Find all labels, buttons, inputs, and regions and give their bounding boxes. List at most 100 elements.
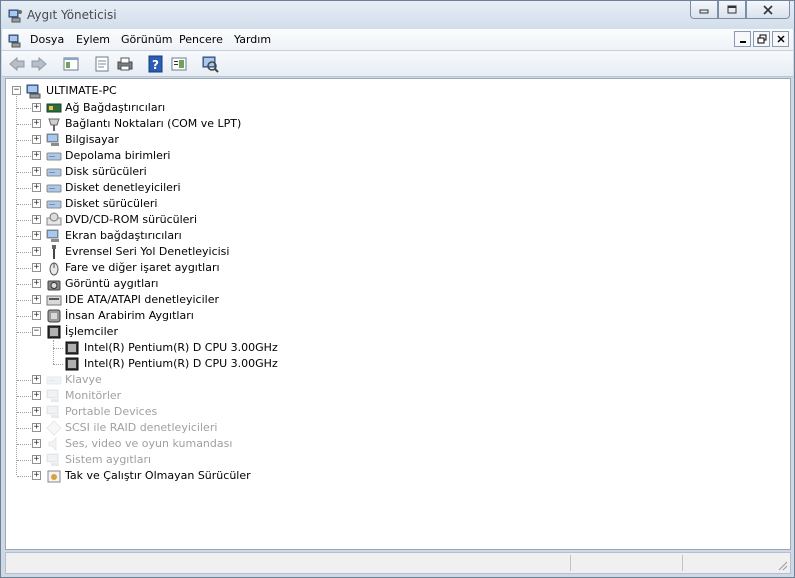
tree-expander[interactable]: + — [32, 423, 41, 432]
menu-file[interactable]: Dosya — [30, 33, 64, 46]
tree-category-label[interactable]: Bilgisayar — [65, 133, 119, 146]
tree-expander[interactable]: + — [32, 279, 41, 288]
tree-category-label[interactable]: Bağlantı Noktaları (COM ve LPT) — [65, 117, 241, 130]
tree-expander[interactable]: + — [32, 407, 41, 416]
tree-expander[interactable]: − — [32, 327, 41, 336]
device-manager-icon — [8, 9, 22, 23]
minimize-icon — [699, 9, 709, 13]
tree-expander[interactable]: + — [32, 151, 41, 160]
mdi-minimize-button[interactable] — [734, 31, 751, 47]
menu-view[interactable]: Görünüm — [121, 33, 172, 46]
close-icon — [776, 35, 785, 43]
close-button[interactable] — [746, 1, 790, 19]
tree-category-label[interactable]: Sistem aygıtları — [65, 453, 151, 466]
tree-expander[interactable]: + — [32, 439, 41, 448]
device-manager-window: Aygıt Yöneticisi Dosya Eylem Görünüm Pen… — [0, 0, 795, 578]
tree-connector — [17, 220, 31, 221]
storage-icon — [46, 148, 62, 164]
tree-category-label[interactable]: Klavye — [65, 373, 102, 386]
properties-icon[interactable] — [93, 55, 111, 73]
tree-category-label[interactable]: Görüntü aygıtları — [65, 277, 158, 290]
back-icon[interactable] — [8, 55, 26, 73]
tree-expander[interactable]: + — [32, 231, 41, 240]
tree-expander[interactable]: + — [32, 247, 41, 256]
display-adapter-icon — [46, 228, 62, 244]
view-icon[interactable] — [170, 55, 188, 73]
mdi-restore-button[interactable] — [753, 31, 770, 47]
print-icon[interactable] — [116, 55, 134, 73]
tree-expander[interactable]: + — [32, 167, 41, 176]
tree-category-label[interactable]: Fare ve diğer işaret aygıtları — [65, 261, 220, 274]
tree-connector — [17, 428, 31, 429]
tree-expander[interactable]: + — [32, 199, 41, 208]
processor-icon — [64, 340, 80, 356]
tree-expander[interactable]: + — [32, 471, 41, 480]
tree-expander[interactable]: + — [32, 263, 41, 272]
tree-root-label[interactable]: ULTIMATE-PC — [46, 84, 117, 97]
scan-hardware-icon[interactable] — [201, 55, 219, 73]
menu-window[interactable]: Pencere — [179, 33, 223, 46]
tree-category-label[interactable]: Ekran bağdaştırıcıları — [65, 229, 182, 242]
tree-category-label[interactable]: Monitörler — [65, 389, 121, 402]
tree-connector — [17, 396, 31, 397]
tree-category-label[interactable]: Tak ve Çalıştır Olmayan Sürücüler — [65, 469, 251, 482]
help-icon[interactable]: ? — [147, 55, 165, 73]
system-menu-icon[interactable] — [7, 32, 23, 48]
minimize-button[interactable] — [690, 1, 718, 19]
root-collapse-toggle[interactable]: − — [12, 86, 21, 95]
menu-action[interactable]: Eylem — [76, 33, 110, 46]
tree-category-label[interactable]: İnsan Arabirim Aygıtları — [65, 309, 194, 322]
tree-category-label[interactable]: Disket sürücüleri — [65, 197, 157, 210]
tree-connector — [17, 300, 31, 301]
tree-connector — [17, 156, 31, 157]
title-bar[interactable]: Aygıt Yöneticisi — [1, 1, 794, 29]
tree-expander[interactable]: + — [32, 391, 41, 400]
status-bar — [5, 552, 791, 574]
tree-category-label[interactable]: Portable Devices — [65, 405, 157, 418]
show-hide-tree-icon[interactable] — [62, 55, 80, 73]
tree-category-label[interactable]: Ses, video ve oyun kumandası — [65, 437, 232, 450]
device-tree[interactable]: − ULTIMATE-PC + Ağ Bağdaştırıcıları + Bağla… — [5, 78, 791, 550]
status-separator — [570, 555, 571, 571]
tree-category-label[interactable]: Evrensel Seri Yol Denetleyicisi — [65, 245, 229, 258]
tree-connector — [17, 316, 31, 317]
tree-category-label[interactable]: IDE ATA/ATAPI denetleyiciler — [65, 293, 219, 306]
resize-grip-icon[interactable] — [776, 559, 788, 571]
mdi-close-button[interactable] — [772, 31, 789, 47]
tree-expander[interactable]: + — [32, 183, 41, 192]
system-device-icon — [46, 452, 62, 468]
tree-device-label[interactable]: Intel(R) Pentium(R) D CPU 3.00GHz — [84, 357, 278, 370]
forward-icon[interactable] — [30, 55, 48, 73]
tree-category-label[interactable]: SCSI ile RAID denetleyicileri — [65, 421, 217, 434]
tree-expander[interactable]: + — [32, 215, 41, 224]
tree-connector — [17, 284, 31, 285]
tree-expander[interactable]: + — [32, 295, 41, 304]
menu-help[interactable]: Yardım — [234, 33, 271, 46]
tree-category-label[interactable]: Ağ Bağdaştırıcıları — [65, 101, 165, 114]
tree-category-label[interactable]: Disket denetleyicileri — [65, 181, 181, 194]
status-separator — [682, 555, 683, 571]
tree-connector — [53, 348, 63, 349]
tree-category-label[interactable]: DVD/CD-ROM sürücüleri — [65, 213, 197, 226]
tree-expander[interactable]: + — [32, 103, 41, 112]
tree-expander[interactable]: + — [32, 119, 41, 128]
tree-expander[interactable]: + — [32, 311, 41, 320]
tree-connector — [17, 444, 31, 445]
portable-device-icon — [46, 404, 62, 420]
menu-bar: Dosya Eylem Görünüm Pencere Yardım — [2, 29, 793, 51]
computer-icon — [46, 132, 62, 148]
keyboard-icon — [46, 372, 62, 388]
minimize-icon — [739, 41, 746, 43]
usb-icon — [46, 244, 62, 260]
tree-expander[interactable]: + — [32, 135, 41, 144]
tree-category-label[interactable]: Depolama birimleri — [65, 149, 170, 162]
tree-expander[interactable]: + — [32, 455, 41, 464]
processor-icon — [64, 356, 80, 372]
maximize-button[interactable] — [718, 1, 746, 19]
tree-device-label[interactable]: Intel(R) Pentium(R) D CPU 3.00GHz — [84, 341, 278, 354]
port-icon — [46, 116, 62, 132]
tree-category-label[interactable]: İşlemciler — [65, 325, 118, 338]
tree-expander[interactable]: + — [32, 375, 41, 384]
tree-category-label[interactable]: Disk sürücüleri — [65, 165, 147, 178]
tree-root-line — [16, 96, 17, 475]
